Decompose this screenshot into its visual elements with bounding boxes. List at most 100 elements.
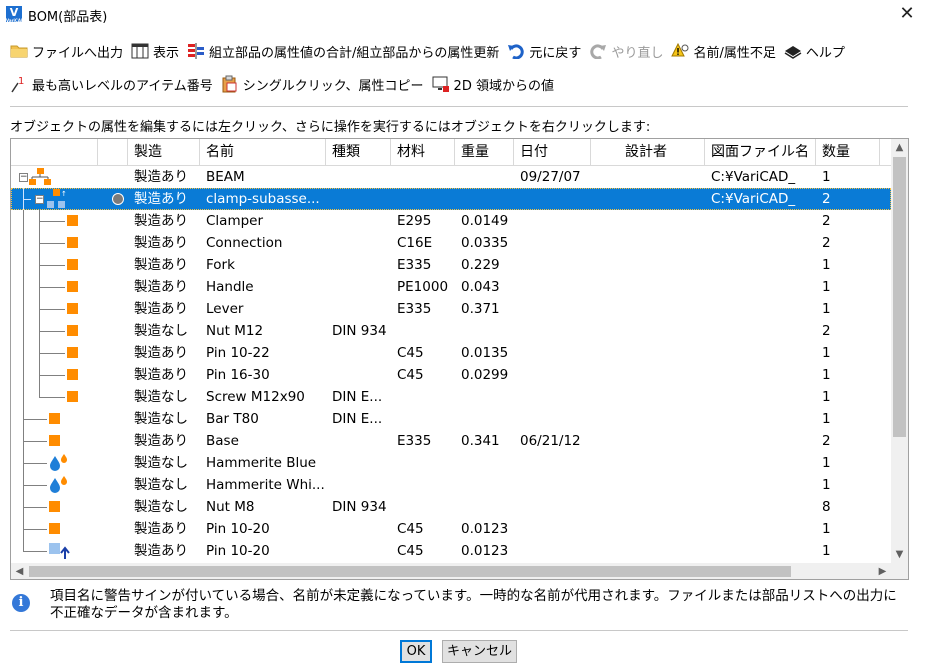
cell-quantity[interactable]: 1 [822,298,880,320]
cell-manufacture[interactable]: 製造なし [134,320,200,342]
values-from-2d-area-button[interactable]: 2D 領域からの値 [432,75,554,94]
cell-manufacture[interactable]: 製造あり [134,430,200,452]
cell-drawing-file[interactable] [711,518,816,540]
cell-quantity[interactable]: 1 [822,408,880,430]
cell-name[interactable]: Clamper [206,210,326,232]
cell-drawing-file[interactable]: C:¥VariCAD_ [711,166,816,188]
cell-manufacture[interactable]: 製造あり [134,232,200,254]
cell-date[interactable] [520,364,591,386]
cell-designer[interactable] [597,496,705,518]
table-row[interactable]: − 製造あり BEAM 09/27/07 C:¥VariCAD_ 1 [11,166,891,188]
cell-quantity[interactable]: 2 [822,188,880,210]
cell-designer[interactable] [597,254,705,276]
column-header-tree[interactable] [11,139,98,165]
table-row[interactable]: 製造なし Nut M8 DIN 934 8 [11,496,891,518]
column-header-designer[interactable]: 設計者 [591,139,705,165]
cell-name[interactable]: Fork [206,254,326,276]
table-row[interactable]: 製造あり Lever E335 0.371 1 [11,298,891,320]
cell-drawing-file[interactable] [711,232,816,254]
cell-name[interactable]: Pin 16-30 [206,364,326,386]
cell-material[interactable] [397,452,455,474]
cell-designer[interactable] [597,342,705,364]
cell-manufacture[interactable]: 製造なし [134,474,200,496]
cell-manufacture[interactable]: 製造あり [134,276,200,298]
cell-designer[interactable] [597,452,705,474]
cell-weight[interactable] [461,320,514,342]
cell-date[interactable]: 06/21/12 [520,430,591,452]
cell-weight[interactable] [461,496,514,518]
cell-type[interactable] [332,364,391,386]
cell-weight[interactable]: 0.341 [461,430,514,452]
cell-name[interactable]: Hammerite Whi... [206,474,326,496]
cell-type[interactable] [332,276,391,298]
cell-drawing-file[interactable] [711,496,816,518]
cell-date[interactable] [520,232,591,254]
cell-manufacture[interactable]: 製造あり [134,188,200,210]
cell-drawing-file[interactable] [711,386,816,408]
table-row[interactable]: 製造あり Pin 16-30 C45 0.0299 1 [11,364,891,386]
cell-designer[interactable] [597,232,705,254]
column-header-quantity[interactable]: 数量 [816,139,880,165]
cell-name[interactable]: clamp-subasse... [206,188,326,210]
table-row[interactable]: 製造あり Pin 10-20 C45 0.0123 1 [11,518,891,540]
cell-type[interactable]: DIN 934 [332,496,391,518]
cell-quantity[interactable]: 2 [822,232,880,254]
cell-date[interactable] [520,496,591,518]
single-click-attribute-copy-button[interactable]: シングルクリック、属性コピー [221,75,424,94]
cell-date[interactable] [520,386,591,408]
vertical-scrollbar[interactable]: ▲ ▼ [891,139,908,563]
cell-drawing-file[interactable] [711,276,816,298]
cell-designer[interactable] [597,518,705,540]
cell-material[interactable]: E335 [397,430,455,452]
table-row[interactable]: − ↑ 製造あり clamp-subasse... C:¥VariCAD_ 2 [11,188,891,210]
cell-weight[interactable] [461,188,514,210]
cell-designer[interactable] [597,540,705,562]
cell-quantity[interactable]: 1 [822,386,880,408]
cell-manufacture[interactable]: 製造あり [134,364,200,386]
cell-type[interactable]: DIN E... [332,386,391,408]
cell-designer[interactable] [597,364,705,386]
cell-name[interactable]: Handle [206,276,326,298]
cell-weight[interactable] [461,408,514,430]
cell-weight[interactable]: 0.0149 [461,210,514,232]
column-header-name[interactable]: 名前 [200,139,326,165]
table-row[interactable]: 製造なし Nut M12 DIN 934 2 [11,320,891,342]
cell-date[interactable] [520,452,591,474]
cell-drawing-file[interactable] [711,474,816,496]
cell-quantity[interactable]: 1 [822,364,880,386]
cell-weight[interactable] [461,386,514,408]
cell-type[interactable] [332,474,391,496]
table-row[interactable]: 製造なし Hammerite Blue 1 [11,452,891,474]
cell-date[interactable] [520,188,591,210]
collapse-toggle-icon[interactable]: − [35,195,44,204]
cancel-button[interactable]: キャンセル [442,640,517,663]
table-row[interactable]: 製造あり Fork E335 0.229 1 [11,254,891,276]
scroll-down-icon[interactable]: ▼ [891,546,908,563]
scroll-right-icon[interactable]: ▶ [874,563,891,579]
cell-weight[interactable]: 0.0335 [461,232,514,254]
horizontal-scroll-thumb[interactable] [29,566,791,577]
cell-designer[interactable] [597,386,705,408]
cell-name[interactable]: Base [206,430,326,452]
cell-drawing-file[interactable] [711,342,816,364]
cell-manufacture[interactable]: 製造あり [134,298,200,320]
cell-name[interactable]: Pin 10-20 [206,518,326,540]
cell-quantity[interactable]: 1 [822,254,880,276]
cell-material[interactable]: C45 [397,364,455,386]
table-row[interactable]: 製造あり Connection C16E 0.0335 2 [11,232,891,254]
cell-type[interactable] [332,210,391,232]
cell-designer[interactable] [597,430,705,452]
top-level-item-number-button[interactable]: 1 最も高いレベルのアイテム番号 [10,75,213,94]
cell-drawing-file[interactable]: C:¥VariCAD_ [711,188,816,210]
cell-name[interactable]: Bar T80 [206,408,326,430]
column-header-drawing-file[interactable]: 図面ファイル名 [705,139,816,165]
cell-drawing-file[interactable] [711,298,816,320]
cell-manufacture[interactable]: 製造なし [134,496,200,518]
cell-drawing-file[interactable] [711,364,816,386]
cell-weight[interactable] [461,474,514,496]
cell-type[interactable] [332,232,391,254]
cell-material[interactable] [397,408,455,430]
cell-type[interactable] [332,540,391,562]
cell-quantity[interactable]: 2 [822,430,880,452]
cell-manufacture[interactable]: 製造なし [134,408,200,430]
